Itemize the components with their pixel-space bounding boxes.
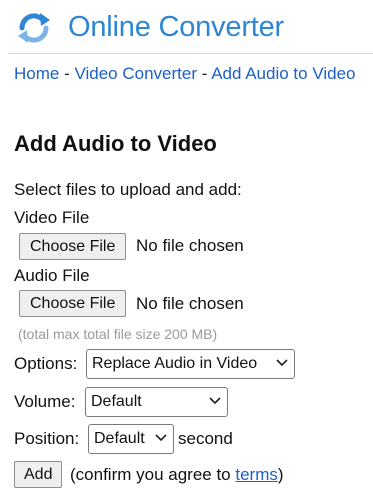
file-size-hint: (total max total file size 200 MB)	[18, 326, 218, 342]
volume-select[interactable]: Default	[85, 387, 228, 417]
site-header: Online Converter	[0, 0, 373, 56]
volume-selected-value: Default	[91, 393, 142, 410]
position-unit-text: second	[178, 429, 233, 448]
instructions-text: Select files to upload and add:	[14, 180, 242, 199]
volume-label: Volume:	[14, 392, 76, 411]
add-button[interactable]: Add	[14, 461, 63, 488]
breadcrumb-separator: -	[59, 64, 75, 83]
refresh-arrows-icon[interactable]	[14, 8, 54, 48]
terms-suffix: )	[277, 465, 284, 484]
breadcrumb-current-link[interactable]: Add Audio to Video	[211, 64, 355, 83]
audio-file-label: Audio File	[14, 266, 90, 285]
breadcrumb-home-link[interactable]: Home	[14, 64, 59, 83]
terms-link[interactable]: terms	[235, 465, 278, 484]
options-select[interactable]: Replace Audio in Video	[86, 349, 295, 379]
video-file-status: No file chosen	[136, 236, 244, 255]
terms-prefix: (confirm you agree to	[70, 465, 236, 484]
audio-choose-file-button[interactable]: Choose File	[19, 290, 127, 317]
page-title: Add Audio to Video	[14, 131, 217, 156]
position-select[interactable]: Default	[88, 424, 174, 454]
position-label: Position:	[14, 429, 80, 448]
site-title[interactable]: Online Converter	[68, 11, 284, 44]
header-divider	[8, 53, 373, 54]
terms-confirm-text: (confirm you agree to terms)	[70, 465, 284, 485]
breadcrumb-video-converter-link[interactable]: Video Converter	[74, 64, 197, 83]
breadcrumb: Home - Video Converter - Add Audio to Vi…	[14, 60, 364, 88]
options-label: Options:	[14, 354, 78, 373]
video-file-label: Video File	[14, 208, 90, 227]
chevron-down-icon	[209, 397, 221, 405]
options-selected-value: Replace Audio in Video	[92, 355, 258, 372]
video-choose-file-button[interactable]: Choose File	[19, 233, 127, 260]
audio-file-status: No file chosen	[136, 294, 244, 313]
chevron-down-icon	[155, 434, 167, 442]
position-selected-value: Default	[94, 430, 145, 447]
breadcrumb-separator: -	[197, 64, 212, 83]
chevron-down-icon	[276, 359, 288, 367]
